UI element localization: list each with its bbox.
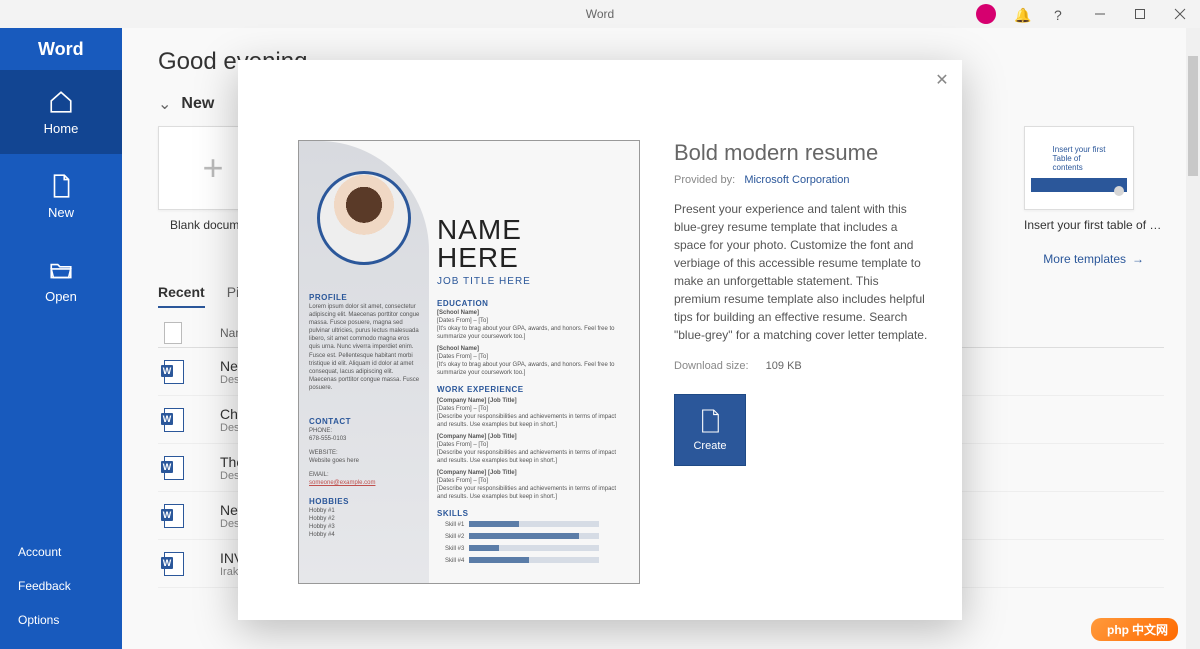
template-toc-caption: Insert your first table of cont… <box>1024 218 1164 232</box>
template-title: Bold modern resume <box>674 140 928 166</box>
close-button[interactable] <box>1164 0 1196 28</box>
create-button-label: Create <box>693 440 726 452</box>
app-name: Word <box>586 7 614 21</box>
watermark: 中文网 <box>1091 618 1178 641</box>
open-folder-icon <box>48 257 74 283</box>
nav-open[interactable]: Open <box>0 238 122 322</box>
doc-placeholder-icon <box>164 322 182 344</box>
account-link[interactable]: Account <box>0 535 122 569</box>
home-icon <box>48 89 74 115</box>
maximize-button[interactable] <box>1124 0 1156 28</box>
new-doc-icon <box>699 408 721 434</box>
arrow-right-icon: → <box>1132 252 1144 266</box>
preview-jobtitle: JOB TITLE HERE <box>437 276 531 287</box>
feedback-link[interactable]: Feedback <box>0 569 122 603</box>
app-logo: Word <box>0 28 122 70</box>
provided-by-label: Provided by: <box>674 174 735 186</box>
word-doc-icon <box>164 408 184 432</box>
download-size-label: Download size: <box>674 360 749 372</box>
nav-new[interactable]: New <box>0 154 122 238</box>
nav-new-label: New <box>48 205 74 220</box>
notifications-icon[interactable]: 🔔 <box>1004 0 1036 28</box>
titlebar: Word 🔔 ? <box>0 0 1200 28</box>
word-doc-icon <box>164 504 184 528</box>
more-templates-link[interactable]: More templates→ <box>1043 252 1144 266</box>
provider-link[interactable]: Microsoft Corporation <box>744 174 849 186</box>
preview-name: NAME HERE <box>437 216 522 272</box>
word-doc-icon <box>164 552 184 576</box>
options-link[interactable]: Options <box>0 603 122 637</box>
new-doc-icon <box>48 173 74 199</box>
help-icon[interactable]: ? <box>1044 0 1076 28</box>
avatar-photo <box>317 171 411 265</box>
word-doc-icon <box>164 456 184 480</box>
create-button[interactable]: Create <box>674 394 746 466</box>
user-avatar[interactable] <box>976 4 996 24</box>
word-doc-icon <box>164 360 184 384</box>
nav-home-label: Home <box>44 121 79 136</box>
download-size-value: 109 KB <box>766 360 802 372</box>
nav-open-label: Open <box>45 289 77 304</box>
section-new-label: New <box>181 95 214 113</box>
minimize-button[interactable] <box>1084 0 1116 28</box>
sidebar: Word Home New Open Account Feedback Opti… <box>0 28 122 649</box>
nav-home[interactable]: Home <box>0 70 122 154</box>
close-icon[interactable]: ✕ <box>930 68 954 92</box>
template-toc[interactable]: Insert your first Table of contents Inse… <box>1024 126 1164 232</box>
chevron-down-icon: ⌄ <box>158 94 171 114</box>
template-details: Bold modern resume Provided by: Microsof… <box>674 140 928 584</box>
vertical-scrollbar[interactable] <box>1186 28 1200 649</box>
template-preview: NAME HERE JOB TITLE HERE PROFILE Lorem i… <box>298 140 640 584</box>
template-preview-modal: ✕ NAME HERE JOB TITLE HERE PROFILE Lorem… <box>238 60 962 620</box>
tab-recent[interactable]: Recent <box>158 284 205 308</box>
template-description: Present your experience and talent with … <box>674 200 928 344</box>
